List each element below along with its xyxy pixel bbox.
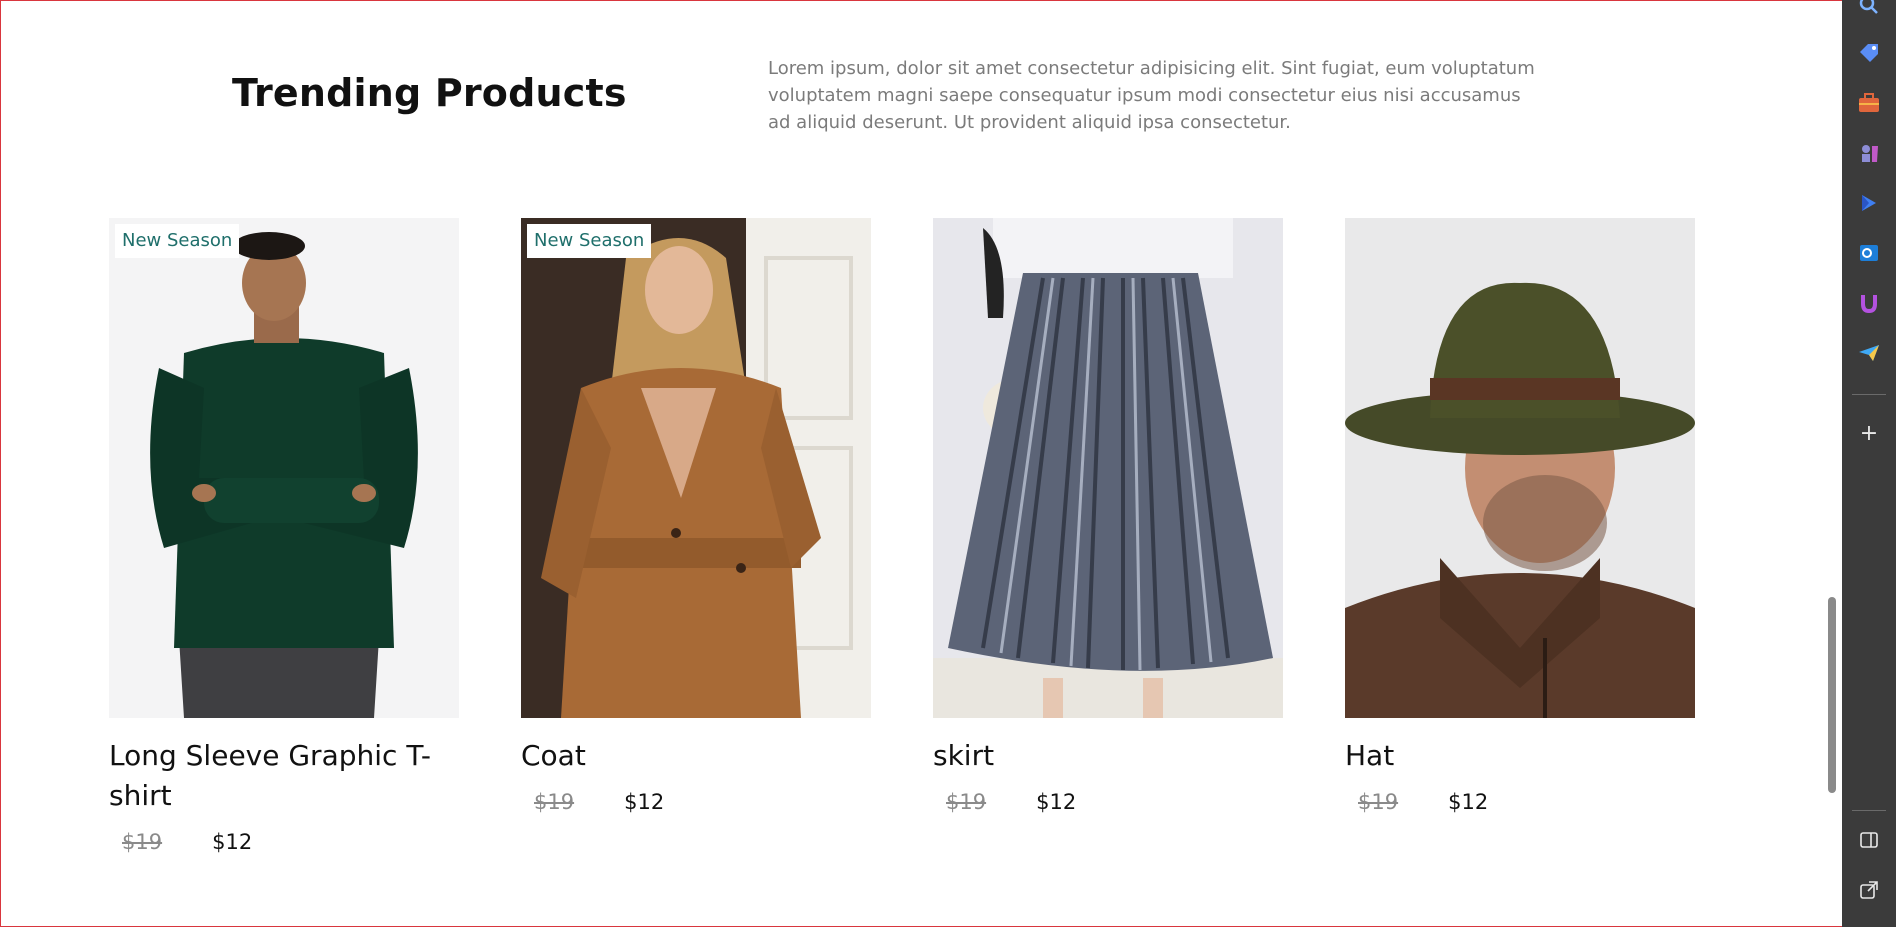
sale-price: $12 xyxy=(624,790,665,814)
product-image[interactable] xyxy=(933,218,1283,718)
browser-sidebar: + xyxy=(1842,0,1896,927)
original-price: $19 xyxy=(1358,790,1399,814)
original-price: $19 xyxy=(122,830,163,854)
product-card[interactable]: Hat $19 $12 xyxy=(1345,218,1695,816)
product-prices: $19 $12 xyxy=(109,828,459,856)
tag-icon[interactable] xyxy=(1856,40,1882,66)
product-name[interactable]: Hat xyxy=(1345,736,1695,776)
briefcase-icon[interactable] xyxy=(1856,90,1882,116)
sale-price: $12 xyxy=(1036,790,1077,814)
product-card[interactable]: skirt $19 $12 xyxy=(933,218,1283,816)
sale-price: $12 xyxy=(1448,790,1489,814)
split-screen-icon[interactable] xyxy=(1856,827,1882,853)
page-title: Trending Products xyxy=(232,71,627,115)
new-season-badge: New Season xyxy=(115,224,240,258)
page-viewport: Trending Products Lorem ipsum, dolor sit… xyxy=(0,0,1842,927)
product-prices: $19 $12 xyxy=(1345,788,1695,816)
scrollbar-thumb[interactable] xyxy=(1828,597,1836,793)
product-prices: $19 $12 xyxy=(933,788,1283,816)
product-image[interactable]: New Season xyxy=(109,218,459,718)
section-description: Lorem ipsum, dolor sit amet consectetur … xyxy=(768,58,1535,133)
magnet-icon[interactable] xyxy=(1856,290,1882,316)
product-image[interactable]: New Season xyxy=(521,218,871,718)
send-icon[interactable] xyxy=(1856,340,1882,366)
original-price: $19 xyxy=(534,790,575,814)
product-card[interactable]: New Season Long Sleeve Graphic T-shirt $… xyxy=(109,218,459,856)
original-price: $19 xyxy=(946,790,987,814)
product-name[interactable]: Long Sleeve Graphic T-shirt xyxy=(109,736,459,816)
outlook-icon[interactable] xyxy=(1856,240,1882,266)
new-season-badge: New Season xyxy=(527,224,652,258)
product-image[interactable] xyxy=(1345,218,1695,718)
sale-price: $12 xyxy=(212,830,253,854)
search-icon[interactable] xyxy=(1856,0,1882,18)
product-name[interactable]: skirt xyxy=(933,736,1283,776)
sidebar-divider xyxy=(1852,394,1886,395)
sidebar-divider xyxy=(1852,810,1886,811)
add-icon[interactable]: + xyxy=(1856,420,1882,446)
chess-icon[interactable] xyxy=(1856,140,1882,166)
copilot-icon[interactable] xyxy=(1856,190,1882,216)
open-external-icon[interactable] xyxy=(1856,877,1882,903)
product-name[interactable]: Coat xyxy=(521,736,871,776)
product-prices: $19 $12 xyxy=(521,788,871,816)
product-card[interactable]: New Season Coat $19 $12 xyxy=(521,218,871,816)
